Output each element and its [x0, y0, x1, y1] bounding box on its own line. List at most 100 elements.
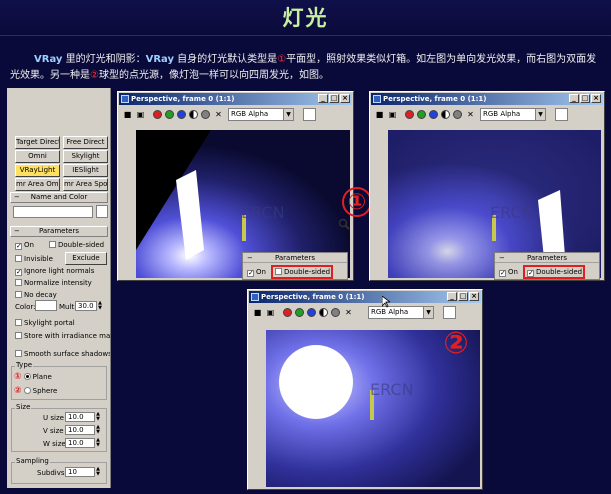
save-icon[interactable]: ■ — [374, 109, 385, 120]
mr-area-omni-button[interactable]: mr Area Omni — [15, 178, 60, 191]
v-size-spinner[interactable]: ▲ ▼ — [95, 425, 101, 435]
smooth-shadows-checkbox[interactable] — [15, 350, 22, 357]
name-color-rollout[interactable]: − Name and Color — [10, 192, 108, 203]
light-color-swatch[interactable] — [35, 300, 57, 311]
invisible-row[interactable]: Invisible — [15, 254, 53, 264]
viewport-2-titlebar[interactable]: Perspective, frame 0 (1:1) _ □ × — [371, 93, 603, 105]
double-sided-checkbox[interactable] — [49, 241, 56, 248]
viewport-1-on-row[interactable]: ✓ On — [247, 268, 266, 277]
green-channel-icon[interactable] — [165, 110, 174, 119]
close-button[interactable]: × — [469, 292, 479, 301]
bg-color-swatch[interactable] — [303, 108, 316, 121]
free-direct-button[interactable]: Free Direct — [63, 136, 108, 149]
mr-area-spot-button[interactable]: mr Area Spot — [63, 178, 108, 191]
viewport-1-on-checkbox[interactable]: ✓ — [247, 270, 254, 277]
mono-channel-icon[interactable] — [201, 110, 210, 119]
maximize-button[interactable]: □ — [580, 94, 590, 103]
clone-icon[interactable]: ▣ — [387, 109, 398, 120]
w-size-spinner[interactable]: ▲ ▼ — [95, 438, 101, 448]
on-label: On — [24, 241, 34, 249]
no-decay-checkbox[interactable] — [15, 291, 22, 298]
channel-select[interactable]: RGB Alpha ▼ — [228, 108, 294, 121]
object-name-field[interactable] — [13, 206, 93, 218]
viewport-window-1[interactable]: Perspective, frame 0 (1:1) _ □ × ■ ▣ ✕ RGB… — [117, 91, 354, 281]
viewport-window-2[interactable]: Perspective, frame 0 (1:1) _ □ × ■ ▣ ✕ RGB… — [369, 91, 605, 281]
mono-channel-icon[interactable] — [453, 110, 462, 119]
minimize-button[interactable]: _ — [318, 94, 328, 103]
ieslight-button[interactable]: IESlight — [63, 164, 108, 177]
exclude-button[interactable]: Exclude — [65, 252, 107, 265]
clone-icon[interactable]: ▣ — [135, 109, 146, 120]
clear-icon[interactable]: ✕ — [213, 109, 224, 120]
skylight-portal-checkbox[interactable] — [15, 319, 22, 326]
u-size-input[interactable]: 10.0 — [65, 412, 95, 422]
skylight-portal-row[interactable]: Skylight portal — [15, 318, 75, 328]
alpha-channel-icon[interactable] — [319, 308, 328, 317]
clone-icon[interactable]: ▣ — [265, 307, 276, 318]
viewport-2-double-sided-row[interactable]: ✓ Double-sided — [527, 268, 582, 277]
parameters-rollout[interactable]: − Parameters — [10, 226, 108, 237]
minimize-button[interactable]: _ — [569, 94, 579, 103]
bg-color-swatch[interactable] — [443, 306, 456, 319]
maximize-button[interactable]: □ — [458, 292, 468, 301]
clear-icon[interactable]: ✕ — [343, 307, 354, 318]
channel-select[interactable]: RGB Alpha ▼ — [480, 108, 546, 121]
no-decay-row[interactable]: No decay — [15, 290, 57, 300]
normalize-row[interactable]: Normalize intensity — [15, 278, 92, 288]
alpha-channel-icon[interactable] — [189, 110, 198, 119]
close-button[interactable]: × — [340, 94, 350, 103]
green-channel-icon[interactable] — [417, 110, 426, 119]
plane-row[interactable]: ① Plane — [14, 372, 52, 382]
object-color-swatch[interactable] — [96, 205, 108, 218]
subdivs-input[interactable]: 10 — [65, 467, 95, 477]
double-sided-row[interactable]: Double-sided — [49, 240, 104, 250]
store-irradiance-row[interactable]: Store with irradiance map — [15, 331, 110, 341]
on-checkbox-row[interactable]: ✓ On — [15, 240, 34, 250]
w-size-input[interactable]: 10.0 — [65, 438, 95, 448]
bg-color-swatch[interactable] — [555, 108, 568, 121]
plane-radio[interactable] — [23, 373, 31, 380]
on-checkbox[interactable]: ✓ — [15, 243, 22, 250]
viewport-2-on-row[interactable]: ✓ On — [499, 268, 518, 277]
mono-channel-icon[interactable] — [331, 308, 340, 317]
viewport-window-3[interactable]: Perspective, frame 0 (1:1) _ □ × ■ ▣ ✕ RGB… — [247, 289, 483, 490]
viewport-2-on-checkbox[interactable]: ✓ — [499, 270, 506, 277]
multiplier-spinner[interactable]: ▲ ▼ — [97, 301, 103, 311]
blue-channel-icon[interactable] — [429, 110, 438, 119]
sphere-row[interactable]: ② Sphere — [14, 386, 57, 396]
viewport-3-titlebar[interactable]: Perspective, frame 0 (1:1) _ □ × — [249, 291, 481, 303]
close-button[interactable]: × — [591, 94, 601, 103]
normalize-checkbox[interactable] — [15, 279, 22, 286]
vraylight-button[interactable]: VRayLight — [15, 164, 60, 177]
multiplier-input[interactable]: 30.0 — [75, 301, 97, 311]
ignore-normals-row[interactable]: ✓ Ignore light normals — [15, 266, 94, 276]
smooth-shadows-row[interactable]: Smooth surface shadows — [15, 349, 110, 359]
minimize-button[interactable]: _ — [447, 292, 457, 301]
target-direct-button[interactable]: Target Direct — [15, 136, 60, 149]
save-icon[interactable]: ■ — [122, 109, 133, 120]
viewport-1-double-sided-row[interactable]: Double-sided — [275, 268, 330, 276]
viewport-1-double-sided-checkbox[interactable] — [275, 268, 282, 275]
green-channel-icon[interactable] — [295, 308, 304, 317]
maximize-button[interactable]: □ — [329, 94, 339, 103]
red-channel-icon[interactable] — [283, 308, 292, 317]
subdivs-spinner[interactable]: ▲ ▼ — [95, 467, 101, 477]
alpha-channel-icon[interactable] — [441, 110, 450, 119]
invisible-checkbox[interactable] — [15, 255, 22, 262]
blue-channel-icon[interactable] — [307, 308, 316, 317]
channel-select[interactable]: RGB Alpha ▼ — [368, 306, 434, 319]
omni-button[interactable]: Omni — [15, 150, 60, 163]
u-size-spinner[interactable]: ▲ ▼ — [95, 412, 101, 422]
blue-channel-icon[interactable] — [177, 110, 186, 119]
red-channel-icon[interactable] — [405, 110, 414, 119]
save-icon[interactable]: ■ — [252, 307, 263, 318]
clear-icon[interactable]: ✕ — [465, 109, 476, 120]
ignore-normals-checkbox[interactable]: ✓ — [15, 269, 22, 276]
skylight-button[interactable]: Skylight — [63, 150, 108, 163]
store-irradiance-checkbox[interactable] — [15, 332, 22, 339]
viewport-1-titlebar[interactable]: Perspective, frame 0 (1:1) _ □ × — [119, 93, 352, 105]
viewport-2-double-sided-checkbox[interactable]: ✓ — [527, 270, 534, 277]
v-size-input[interactable]: 10.0 — [65, 425, 95, 435]
sphere-radio[interactable] — [23, 387, 31, 394]
red-channel-icon[interactable] — [153, 110, 162, 119]
